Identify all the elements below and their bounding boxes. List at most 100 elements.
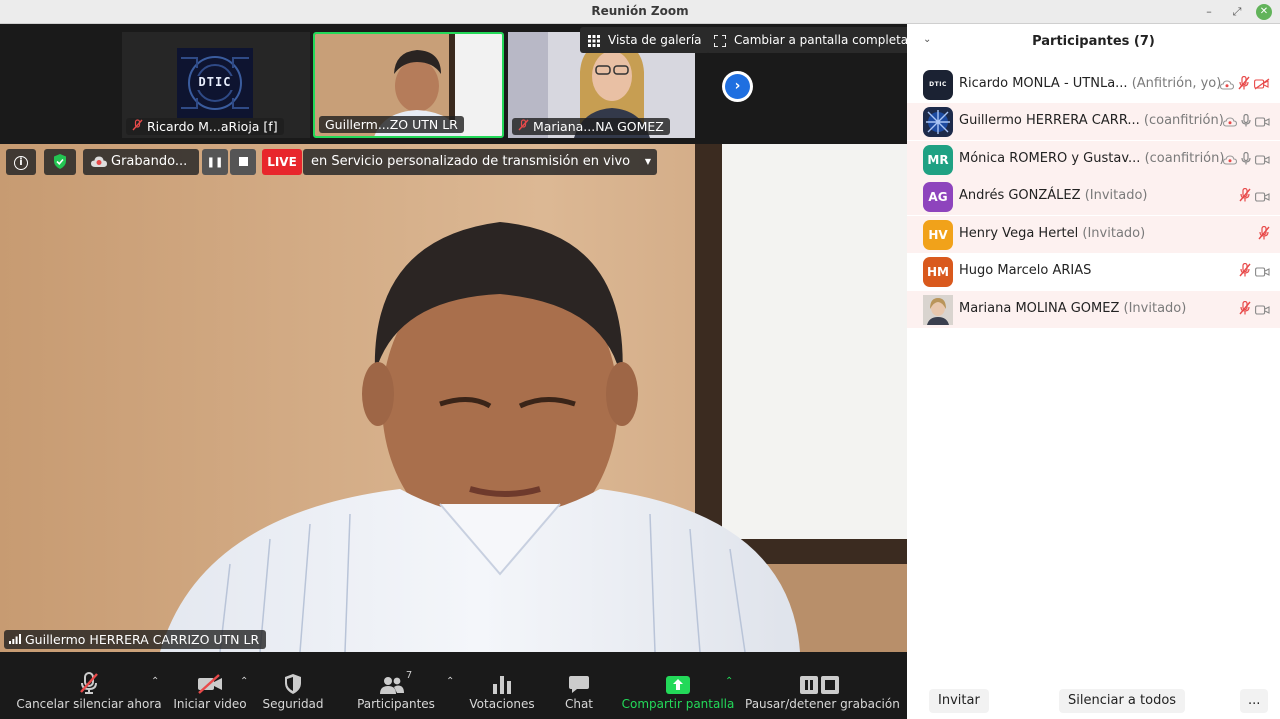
audio-options-caret[interactable]: ⌃: [151, 676, 159, 687]
title-bar: Reunión Zoom – ⤢ ✕: [0, 0, 1280, 24]
restore-button[interactable]: ⤢: [1228, 3, 1246, 21]
start-video-button[interactable]: Iniciar video: [172, 670, 248, 719]
pause-stop-icon: [745, 670, 895, 696]
pause-recording-button[interactable]: ❚❚: [202, 149, 228, 175]
recording-status: Grabando...: [83, 149, 199, 175]
avatar: HM: [923, 257, 953, 287]
participants-count: 7: [405, 670, 413, 681]
thumbnail-label: Guillerm...ZO UTN LR: [319, 116, 464, 133]
share-screen-icon: [620, 670, 736, 696]
mic-muted-icon: [518, 119, 533, 134]
shield-icon: [258, 670, 328, 696]
next-page-button[interactable]: ›: [722, 71, 753, 102]
mute-all-button[interactable]: Silenciar a todos: [1059, 689, 1186, 713]
meeting-area: DTIC Ricardo M...aRioja [f] Guillerm...Z…: [0, 24, 917, 719]
participant-role: (coanfitrión): [1144, 151, 1225, 166]
caret-down-icon: ▼: [644, 157, 651, 166]
video-icon: [1255, 187, 1270, 206]
participant-row[interactable]: HM Hugo Marcelo ARIAS: [907, 253, 1280, 290]
invite-button[interactable]: Invitar: [929, 689, 989, 713]
avatar: DTIC: [923, 70, 953, 100]
grid-icon: [588, 34, 600, 47]
participant-status-icons: [1219, 75, 1270, 94]
thumbnail-name: Ricardo M...aRioja [f]: [146, 119, 278, 134]
window-title: Reunión Zoom: [591, 4, 689, 18]
live-badge: LIVE: [262, 149, 302, 175]
participant-row[interactable]: AG Andrés GONZÁLEZ (Invitado): [907, 178, 1280, 215]
mic-muted-icon: [1239, 262, 1251, 281]
share-screen-button[interactable]: Compartir pantalla: [620, 670, 736, 719]
chat-button[interactable]: Chat: [555, 670, 603, 719]
meeting-info-button[interactable]: i: [6, 149, 36, 175]
mic-muted-icon: [1238, 75, 1250, 94]
cloud-record-icon: [1222, 150, 1238, 169]
fullscreen-button[interactable]: Cambiar a pantalla completa: [706, 27, 917, 53]
unmute-button[interactable]: Cancelar silenciar ahora: [14, 670, 164, 719]
gallery-view-label: Vista de galería: [608, 33, 702, 47]
avatar: HV: [923, 220, 953, 250]
avatar: MR: [923, 145, 953, 175]
pause-stop-recording-button[interactable]: Pausar/detener grabación: [745, 670, 900, 719]
participant-role: (coanfitrión): [1143, 113, 1224, 128]
recording-status-text: Grabando...: [111, 154, 188, 169]
minimize-button[interactable]: –: [1200, 3, 1218, 21]
speaker-name-label: Guillermo HERRERA CARRIZO UTN LR: [4, 630, 267, 649]
gallery-view-button[interactable]: Vista de galería: [580, 27, 710, 53]
stop-recording-button[interactable]: [230, 149, 256, 175]
avatar: AG: [923, 182, 953, 212]
participant-role: (Invitado): [1123, 301, 1187, 316]
mic-icon: [1241, 112, 1251, 131]
thumbnail-label: Ricardo M...aRioja [f]: [126, 118, 284, 135]
video-off-icon: [172, 670, 248, 696]
participant-row[interactable]: HV Henry Vega Hertel (Invitado): [907, 216, 1280, 253]
video-icon: [1255, 150, 1270, 169]
participant-row[interactable]: Guillermo HERRERA CARR... (coanfitrión): [907, 103, 1280, 140]
thumbnail-guillermo[interactable]: Guillerm...ZO UTN LR: [313, 32, 504, 138]
participant-role: (Anfitrión, yo): [1131, 76, 1222, 91]
participant-name-text: Guillermo HERRERA CARR...: [959, 113, 1140, 128]
fullscreen-label: Cambiar a pantalla completa: [734, 33, 909, 47]
info-icon: i: [14, 156, 28, 170]
thumbnail-ricardo[interactable]: DTIC Ricardo M...aRioja [f]: [122, 32, 310, 138]
polls-label: Votaciones: [469, 697, 535, 711]
security-label: Seguridad: [262, 697, 324, 711]
participants-button[interactable]: 7 Participantes: [352, 670, 440, 719]
participant-name-text: Henry Vega Hertel: [959, 226, 1079, 241]
participant-row[interactable]: Mariana MOLINA GOMEZ (Invitado): [907, 291, 1280, 328]
livestream-dropdown[interactable]: en Servicio personalizado de transmisión…: [303, 149, 657, 175]
signal-strength-icon: [9, 632, 25, 647]
participants-options-caret[interactable]: ⌃: [446, 676, 454, 687]
speaker-video-image: [0, 144, 907, 652]
mic-icon: [1241, 150, 1251, 169]
share-options-caret[interactable]: ⌃: [725, 676, 733, 687]
video-icon: [1255, 300, 1270, 319]
participant-name: Mónica ROMERO y Gustav... (coanfitrión): [959, 151, 1224, 166]
close-button[interactable]: ✕: [1256, 4, 1272, 20]
participant-name-text: Andrés GONZÁLEZ: [959, 188, 1081, 203]
participants-title: Participantes (7): [1032, 34, 1155, 49]
participant-name: Henry Vega Hertel (Invitado): [959, 226, 1145, 241]
mic-muted-icon: [14, 670, 164, 696]
mic-muted-icon: [1239, 300, 1251, 319]
participant-name: Mariana MOLINA GOMEZ (Invitado): [959, 301, 1186, 316]
cloud-record-icon: [1222, 112, 1238, 131]
unmute-label: Cancelar silenciar ahora: [16, 697, 162, 711]
participant-name-text: Mariana MOLINA GOMEZ: [959, 301, 1120, 316]
speaker-name: Guillermo HERRERA CARRIZO UTN LR: [24, 632, 260, 647]
video-options-caret[interactable]: ⌃: [240, 676, 248, 687]
pause-stop-recording-label: Pausar/detener grabación: [745, 697, 900, 711]
encryption-button[interactable]: [44, 149, 76, 175]
cloud-record-icon: [91, 156, 107, 167]
fullscreen-icon: [713, 33, 727, 48]
avatar: [923, 295, 953, 325]
participant-row[interactable]: MR Mónica ROMERO y Gustav... (coanfitrión…: [907, 141, 1280, 178]
participant-name: Guillermo HERRERA CARR... (coanfitrión): [959, 113, 1224, 128]
participant-status-icons: [1239, 262, 1270, 281]
polls-button[interactable]: Votaciones: [466, 670, 538, 719]
start-video-label: Iniciar video: [173, 697, 247, 711]
participant-row[interactable]: DTIC Ricardo MONLA - UTNLa... (Anfitrión,…: [907, 66, 1280, 103]
participant-name-text: Mónica ROMERO y Gustav...: [959, 151, 1141, 166]
participants-icon: 7: [352, 670, 440, 696]
security-button[interactable]: Seguridad: [258, 670, 328, 719]
more-options-button[interactable]: ...: [1240, 689, 1269, 713]
